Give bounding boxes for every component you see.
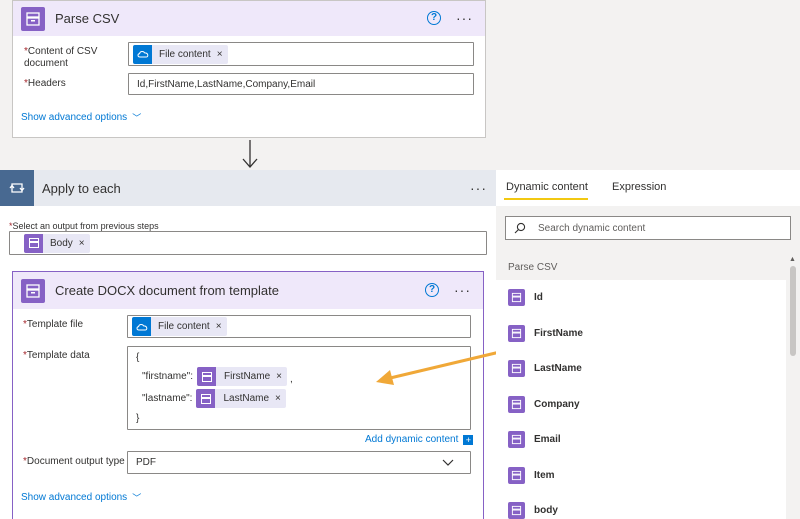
create-docx-title: Create DOCX document from template: [55, 283, 279, 298]
onedrive-icon: [133, 44, 152, 64]
search-dynamic-content-input[interactable]: Search dynamic content: [505, 216, 791, 240]
dynamic-item-firstname[interactable]: FirstName: [496, 316, 786, 352]
lastname-row: "lastname": LastName ×: [142, 389, 286, 408]
parse-csv-token-icon: [508, 324, 525, 342]
headers-input[interactable]: Id,FirstName,LastName,Company,Email: [128, 73, 474, 95]
annotation-arrow-icon: [376, 349, 505, 385]
parse-csv-token-icon: [508, 289, 525, 307]
select-output-input[interactable]: Body ×: [9, 231, 487, 255]
json-open-brace: {: [136, 352, 140, 363]
show-advanced-options-link[interactable]: Show advanced options ﹀: [21, 491, 141, 504]
more-options-icon[interactable]: ···: [456, 11, 473, 25]
dynamic-content-list: Id FirstName LastName Company Email Item: [496, 280, 786, 519]
active-tab-indicator: [504, 198, 588, 200]
lastname-token[interactable]: LastName ×: [196, 389, 286, 408]
content-csv-input[interactable]: File content ×: [128, 42, 474, 66]
chevron-down-icon: ﹀: [132, 113, 142, 123]
parse-csv-token-icon: [197, 367, 217, 386]
create-docx-card: Create DOCX document from template ? ···…: [12, 271, 484, 519]
panel-scrollbar[interactable]: ▲: [786, 254, 800, 519]
parse-csv-token-icon: [196, 389, 216, 408]
dynamic-item-id[interactable]: Id: [496, 280, 786, 316]
remove-token-icon[interactable]: ×: [276, 371, 282, 382]
remove-token-icon[interactable]: ×: [217, 49, 223, 60]
parse-csv-token-icon: [508, 360, 525, 378]
dynamic-item-company[interactable]: Company: [496, 387, 786, 423]
help-icon[interactable]: ?: [427, 11, 441, 25]
dynamic-item-body[interactable]: body: [496, 493, 786, 519]
file-content-token[interactable]: File content ×: [132, 317, 227, 336]
docx-connector-icon: [21, 278, 45, 303]
firstname-token[interactable]: FirstName ×: [197, 367, 287, 386]
parse-csv-token-icon: [508, 395, 525, 413]
body-token[interactable]: Body ×: [24, 233, 90, 253]
dynamic-item-email[interactable]: Email: [496, 422, 786, 458]
search-area: Search dynamic content: [496, 206, 800, 254]
chevron-down-icon: [442, 459, 454, 466]
dynamic-item-item[interactable]: Item: [496, 458, 786, 494]
dynamic-item-lastname[interactable]: LastName: [496, 351, 786, 387]
help-icon[interactable]: ?: [425, 283, 439, 297]
loop-icon: [0, 170, 34, 206]
apply-to-each-title: Apply to each: [42, 180, 121, 196]
search-icon: [514, 222, 526, 234]
parse-csv-title: Parse CSV: [55, 11, 120, 26]
chevron-down-icon: ﹀: [132, 493, 142, 503]
scroll-up-icon[interactable]: ▲: [789, 256, 796, 263]
remove-token-icon[interactable]: ×: [79, 238, 85, 249]
parse-csv-header[interactable]: Parse CSV ? ···: [13, 1, 485, 36]
show-advanced-options-link[interactable]: Show advanced options ﹀: [21, 111, 141, 124]
flow-arrow-down-icon: [242, 140, 258, 168]
template-file-label: *Template file: [23, 319, 84, 330]
parse-csv-card: Parse CSV ? ··· *Content of CSV document…: [12, 0, 486, 138]
apply-to-each-header[interactable]: Apply to each ···: [0, 170, 496, 206]
firstname-row: "firstname": FirstName × ,: [142, 367, 293, 386]
scrollbar-thumb[interactable]: [790, 266, 796, 356]
tab-dynamic-content[interactable]: Dynamic content: [506, 181, 588, 193]
template-data-label: *Template data: [23, 350, 90, 361]
content-csv-label: *Content of CSV document: [24, 46, 98, 69]
onedrive-icon: [132, 317, 151, 336]
parse-csv-section-header: Parse CSV: [496, 254, 786, 280]
remove-token-icon[interactable]: ×: [216, 321, 222, 332]
parse-csv-token-icon: [24, 233, 43, 253]
more-options-icon[interactable]: ···: [454, 283, 471, 297]
dynamic-content-panel: Dynamic content Expression Search dynami…: [496, 170, 800, 519]
output-type-label: *Document output type: [23, 456, 125, 467]
remove-token-icon[interactable]: ×: [275, 393, 281, 404]
json-close-brace: }: [136, 413, 140, 424]
parse-csv-connector-icon: [21, 6, 45, 31]
more-options-icon[interactable]: ···: [470, 181, 487, 195]
parse-csv-token-icon: [508, 466, 525, 484]
flow-designer: Parse CSV ? ··· *Content of CSV document…: [0, 0, 800, 519]
file-content-token[interactable]: File content ×: [133, 44, 228, 64]
parse-csv-token-icon: [508, 431, 525, 449]
tab-expression[interactable]: Expression: [612, 181, 666, 193]
headers-label: *Headers: [24, 78, 66, 89]
add-plus-icon: +: [463, 434, 474, 445]
add-dynamic-content-link[interactable]: Add dynamic content +: [365, 434, 474, 445]
template-file-input[interactable]: File content ×: [127, 315, 471, 338]
create-docx-header[interactable]: Create DOCX document from template ? ···: [13, 272, 483, 309]
parse-csv-token-icon: [508, 502, 525, 519]
output-type-select[interactable]: PDF: [127, 451, 471, 474]
